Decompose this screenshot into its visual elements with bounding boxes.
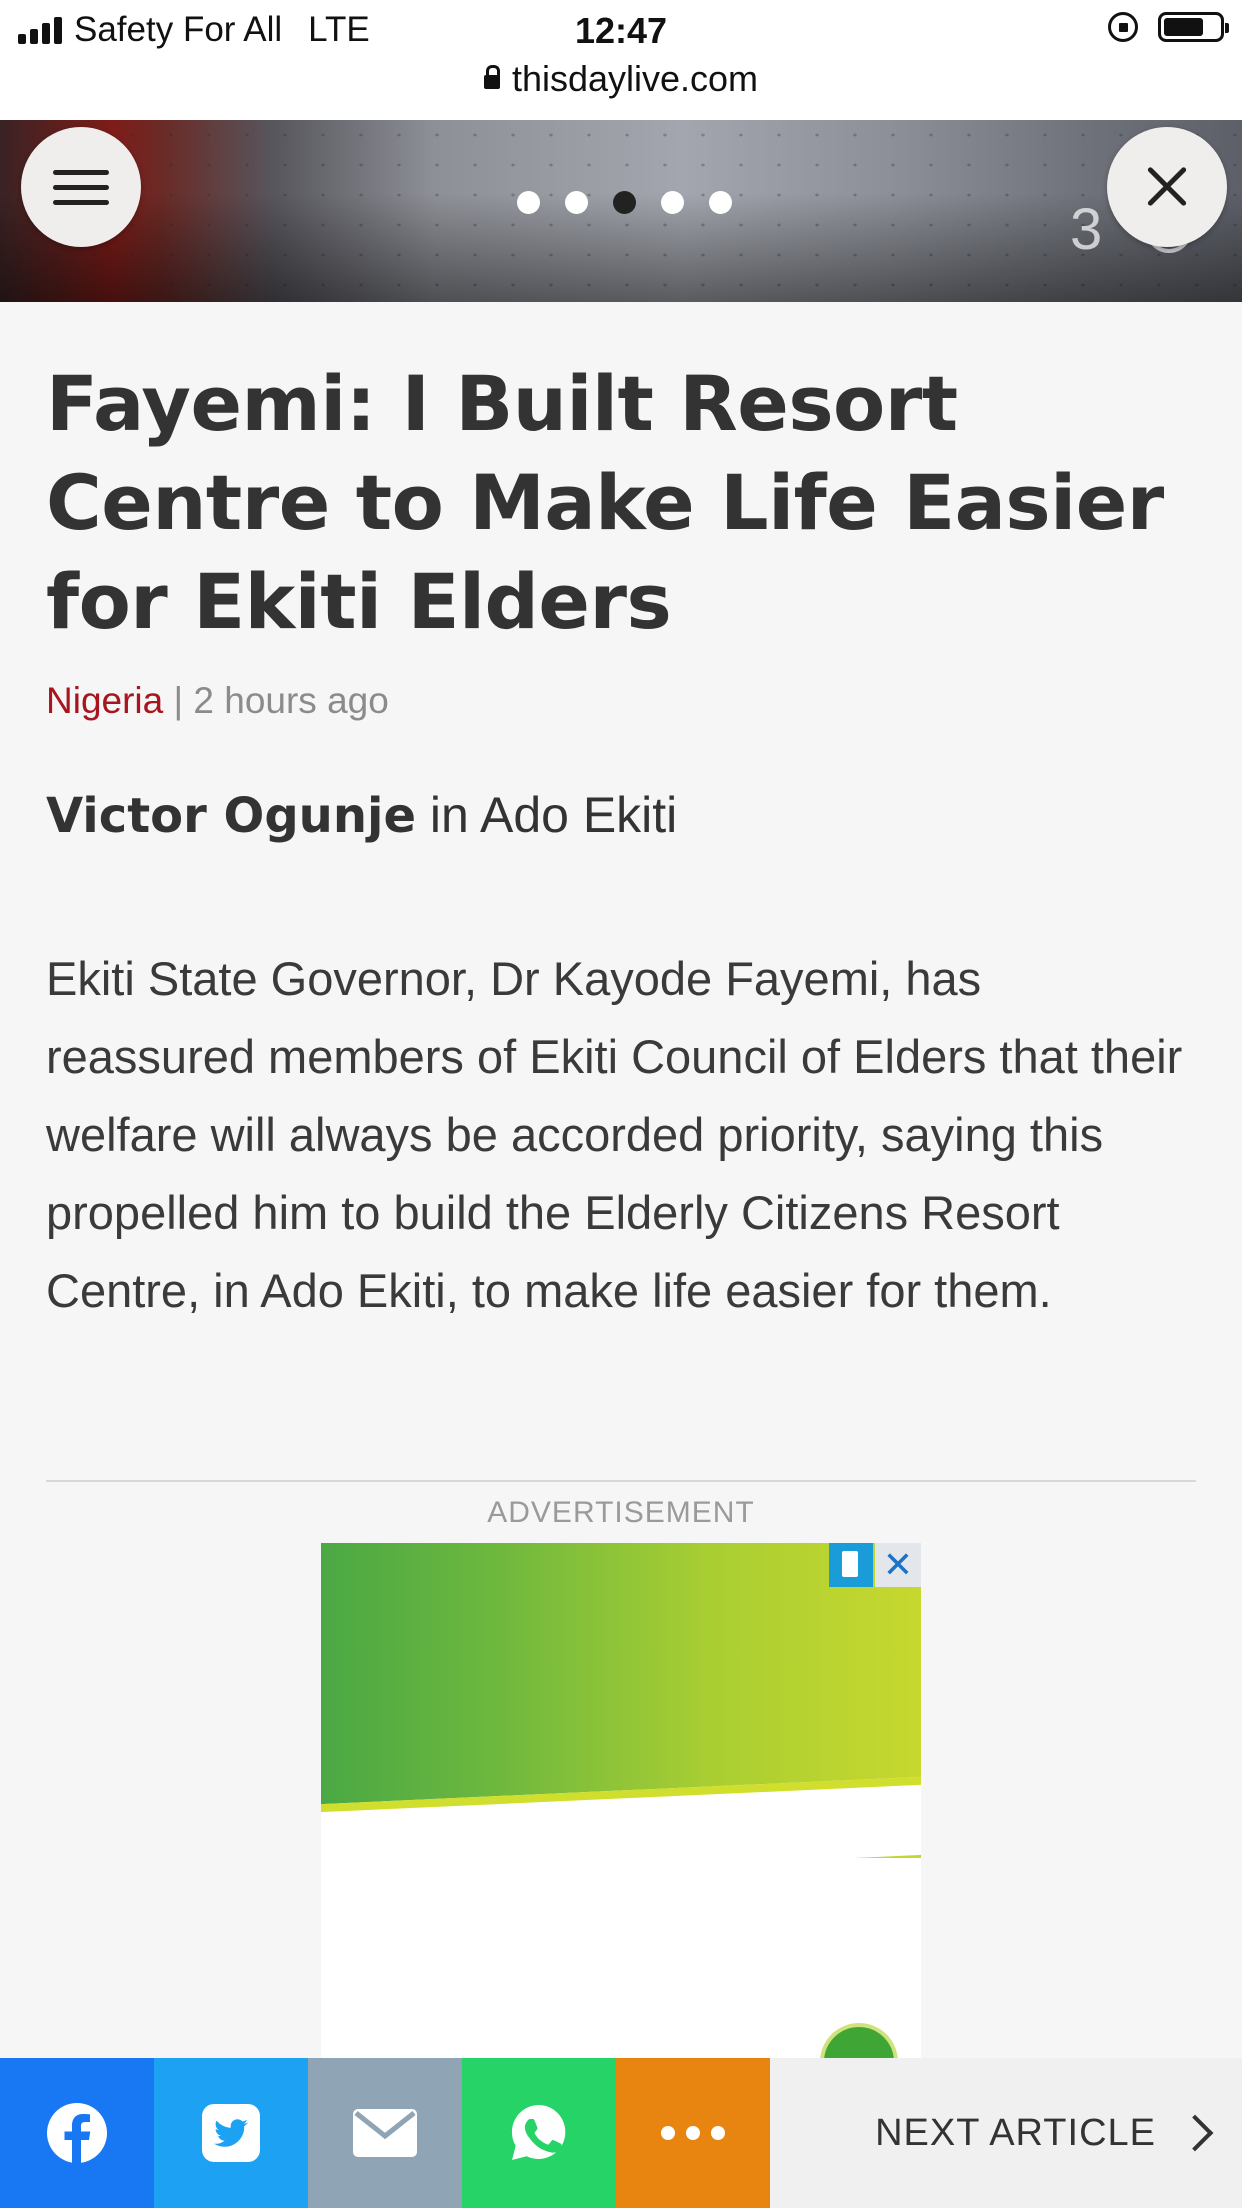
time-ago: 2 hours ago bbox=[193, 680, 389, 721]
carousel-dot[interactable] bbox=[613, 191, 636, 214]
status-time: 12:47 bbox=[574, 10, 668, 51]
next-article-label: NEXT ARTICLE bbox=[875, 2111, 1156, 2154]
byline: Victor Ogunje in Ado Ekiti bbox=[46, 786, 677, 844]
url-text: thisdaylive.com bbox=[511, 58, 759, 99]
chevron-right-icon bbox=[1176, 2114, 1214, 2152]
whatsapp-icon bbox=[511, 2104, 566, 2160]
facebook-share-button[interactable] bbox=[0, 2058, 154, 2208]
status-right bbox=[1108, 12, 1229, 42]
twitter-share-button[interactable] bbox=[154, 2058, 308, 2208]
article-body: Ekiti State Governor, Dr Kayode Fayemi, … bbox=[46, 952, 1183, 1317]
share-bar: NEXT ARTICLE bbox=[0, 2058, 1242, 2208]
advertisement-label: ADVERTISEMENT bbox=[487, 1496, 755, 1529]
carousel-indicator[interactable] bbox=[517, 191, 732, 214]
facebook-icon bbox=[47, 2103, 107, 2164]
email-icon bbox=[353, 2109, 417, 2157]
hamburger-icon-bar bbox=[53, 199, 109, 205]
ad-logo bbox=[820, 2023, 898, 2063]
close-button[interactable] bbox=[1107, 127, 1227, 247]
advertisement-banner[interactable]: ✕ bbox=[321, 1543, 921, 2063]
category-link[interactable]: Nigeria bbox=[46, 680, 163, 721]
status-bar: Safety For All LTE 12:47 thisdaylive.com bbox=[0, 0, 1242, 120]
carousel-dot[interactable] bbox=[709, 191, 732, 214]
carousel-dot[interactable] bbox=[565, 191, 588, 214]
article-headline: Fayemi: I Built Resort Centre to Make Li… bbox=[46, 359, 1164, 646]
padlock-icon bbox=[483, 65, 500, 89]
article-meta: Nigeria | 2 hours ago bbox=[46, 680, 389, 722]
hamburger-icon-bar bbox=[53, 169, 109, 175]
divider bbox=[46, 1480, 1196, 1482]
menu-button[interactable] bbox=[21, 127, 141, 247]
email-share-button[interactable] bbox=[308, 2058, 462, 2208]
carousel-dot[interactable] bbox=[517, 191, 540, 214]
next-article-button[interactable]: NEXT ARTICLE bbox=[770, 2058, 1242, 2208]
twitter-icon bbox=[202, 2104, 260, 2162]
more-icon bbox=[661, 2126, 725, 2140]
whatsapp-share-button[interactable] bbox=[462, 2058, 616, 2208]
battery-icon bbox=[1158, 12, 1229, 42]
hamburger-icon-bar bbox=[53, 184, 109, 190]
ad-close-button[interactable]: ✕ bbox=[875, 1543, 921, 1587]
byline-location: in Ado Ekiti bbox=[416, 787, 678, 843]
rotation-lock-icon bbox=[1108, 12, 1138, 42]
more-share-button[interactable] bbox=[616, 2058, 770, 2208]
author-name: Victor Ogunje bbox=[46, 788, 417, 844]
address-bar[interactable]: thisdaylive.com bbox=[0, 58, 1242, 100]
weather-text: 3 bbox=[1070, 197, 1103, 262]
meta-separator: | bbox=[163, 680, 194, 721]
ad-info-icon[interactable] bbox=[829, 1543, 873, 1587]
carousel-dot[interactable] bbox=[661, 191, 684, 214]
